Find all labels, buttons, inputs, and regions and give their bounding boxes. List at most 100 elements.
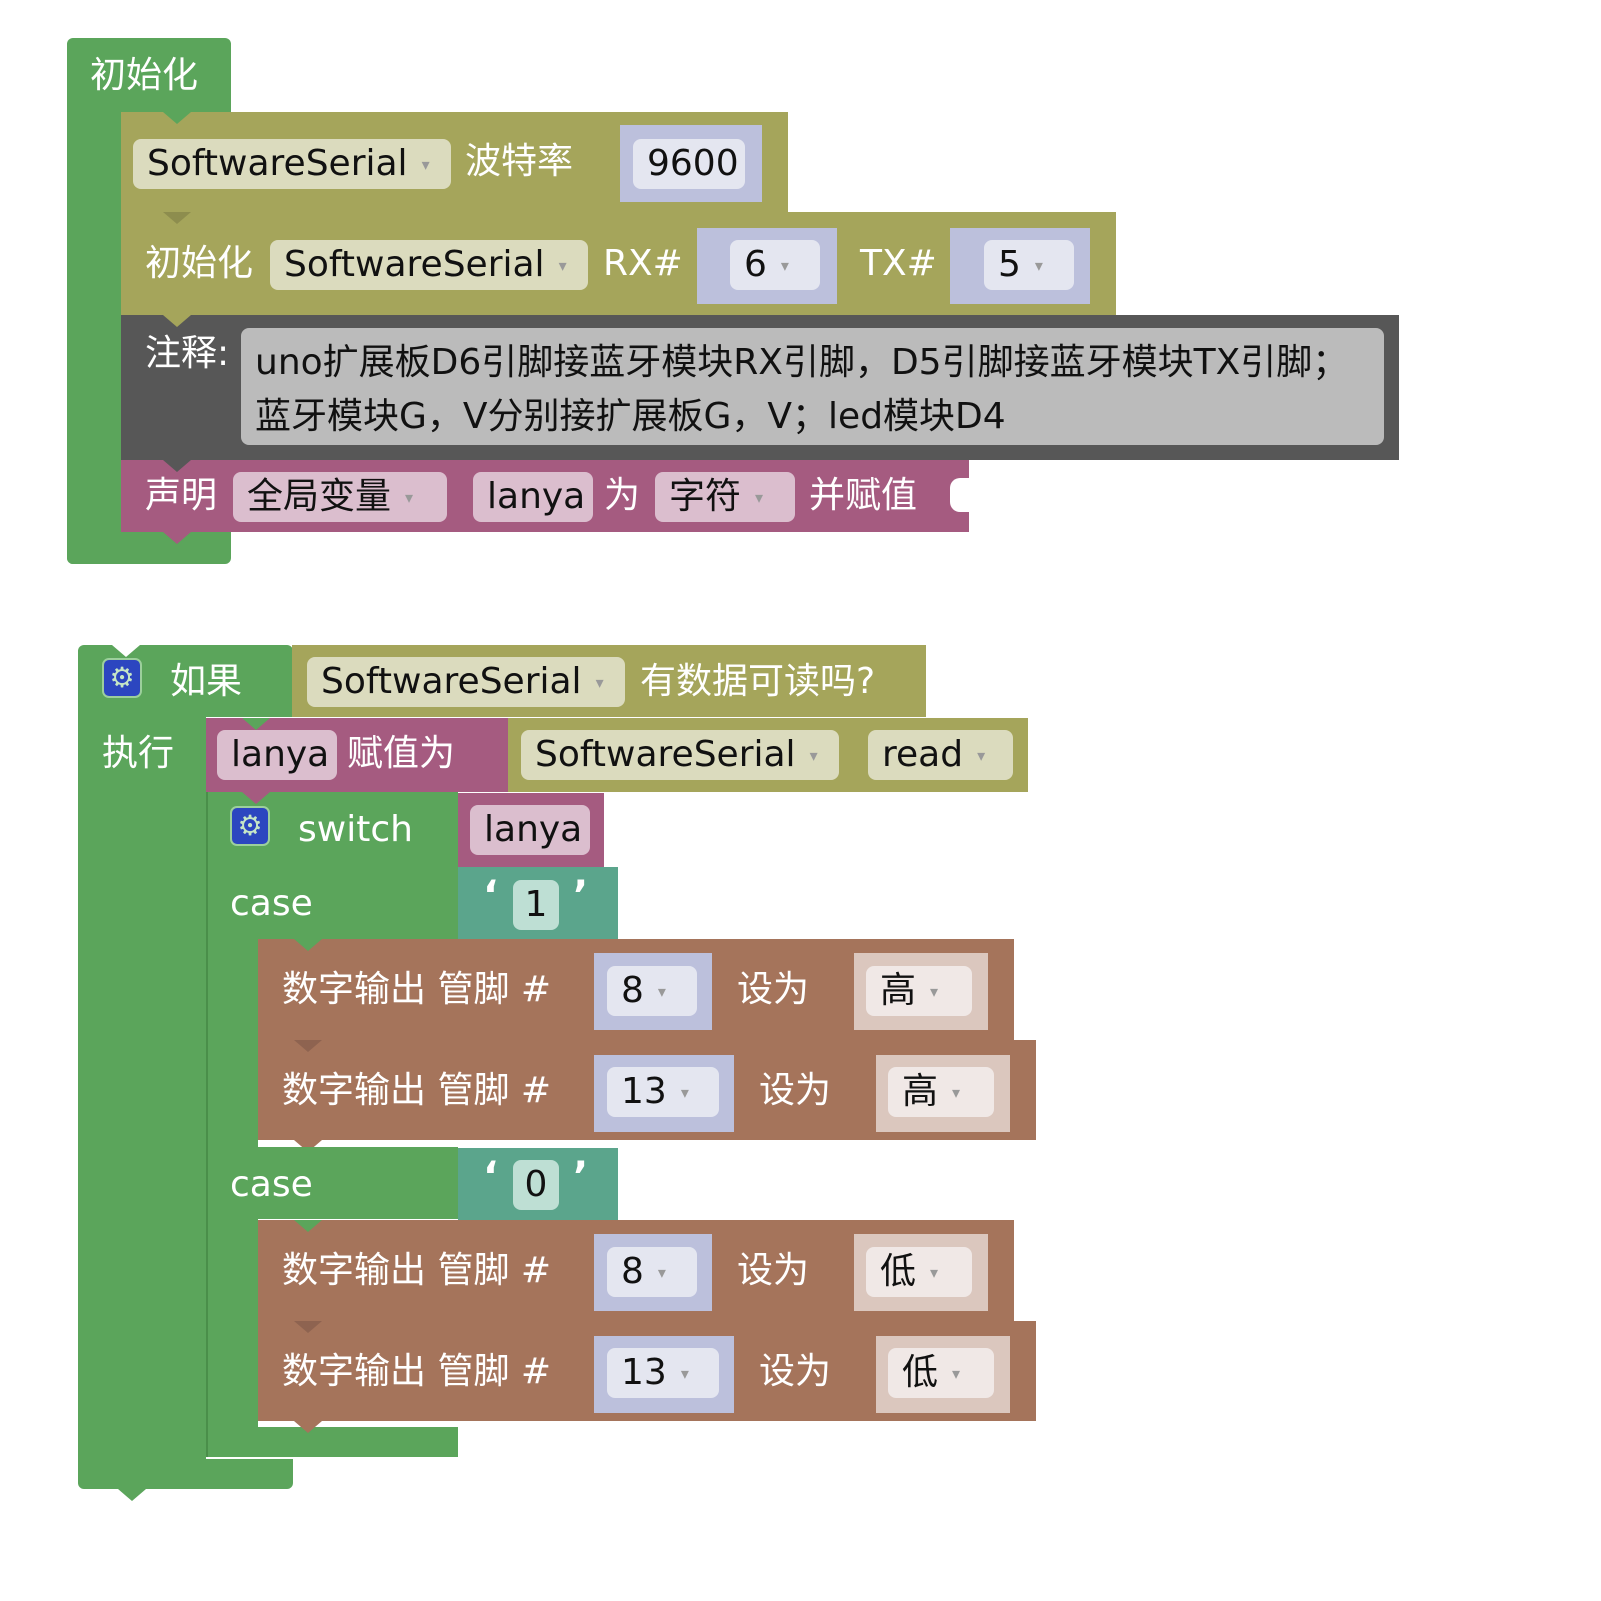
connector-tab [163, 532, 191, 544]
available-label: 有数据可读吗? [640, 661, 876, 702]
if-block-footer [78, 1459, 293, 1489]
tx-label: TX# [860, 243, 937, 284]
read-serial-value: SoftwareSerial [535, 734, 796, 775]
level-select[interactable]: 低 ▾ [866, 1247, 972, 1297]
dropdown-arrow-icon: ▾ [780, 256, 789, 275]
condition-serial-value: SoftwareSerial [321, 661, 582, 702]
close-quote-icon: ’ [573, 1154, 589, 1200]
dropdown-arrow-icon: ▾ [1034, 256, 1043, 275]
connector-notch [294, 1220, 322, 1232]
level-value: 低 [880, 1251, 917, 1292]
pin-value: 13 [621, 1071, 667, 1112]
declare-label: 声明 [145, 475, 218, 516]
if-label: 如果 [170, 661, 243, 702]
setup-title: 初始化 [90, 55, 199, 96]
dropdown-arrow-icon: ▾ [558, 256, 567, 275]
case-value-input[interactable]: 1 [513, 880, 559, 930]
gear-icon[interactable]: ⚙ [102, 658, 142, 698]
assign-label: 并赋值 [809, 475, 918, 516]
dropdown-arrow-icon: ▾ [952, 1083, 961, 1102]
case-value-input[interactable]: 0 [513, 1160, 559, 1210]
close-quote-icon: ’ [573, 873, 589, 919]
level-select[interactable]: 高 ▾ [888, 1067, 994, 1117]
digital-write-label: 数字输出 管脚 # [282, 1351, 552, 1392]
set-to-label: 设为 [737, 969, 810, 1010]
dropdown-arrow-icon: ▾ [977, 746, 986, 765]
connector-notch [294, 939, 322, 951]
level-value: 低 [902, 1352, 939, 1393]
pin-select[interactable]: 13 ▾ [607, 1067, 719, 1117]
scope-select[interactable]: 全局变量 ▾ [233, 472, 447, 522]
dropdown-arrow-icon: ▾ [680, 1364, 689, 1383]
connector-notch [242, 718, 270, 730]
pin-value: 8 [621, 1251, 644, 1292]
dropdown-arrow-icon: ▾ [657, 1263, 666, 1282]
connector-tab [294, 1421, 322, 1433]
connector-notch [294, 1040, 322, 1052]
tx-pin-select[interactable]: 5 ▾ [984, 240, 1074, 290]
read-method-value: read [882, 734, 964, 775]
rx-pin-value: 6 [744, 244, 767, 285]
scope-value: 全局变量 [247, 476, 392, 517]
read-method-select[interactable]: read ▾ [868, 730, 1013, 780]
digital-write-label: 数字输出 管脚 # [282, 969, 552, 1010]
tx-pin-value: 5 [998, 244, 1021, 285]
gear-icon[interactable]: ⚙ [230, 806, 270, 846]
serial-select-value: SoftwareSerial [147, 143, 408, 184]
assign-variable-input[interactable]: lanya [217, 730, 337, 780]
as-label: 为 [604, 475, 641, 516]
pin-value: 13 [621, 1352, 667, 1393]
rx-label: RX# [603, 243, 683, 284]
comment-line-1: uno扩展板D6引脚接蓝牙模块RX引脚，D5引脚接蓝牙模块TX引脚； [255, 342, 1349, 383]
dropdown-arrow-icon: ▾ [809, 746, 818, 765]
digital-write-label: 数字输出 管脚 # [282, 1250, 552, 1291]
case-label: case [230, 883, 313, 924]
open-quote-icon: ‘ [483, 873, 499, 919]
comment-text-field[interactable]: uno扩展板D6引脚接蓝牙模块RX引脚，D5引脚接蓝牙模块TX引脚； 蓝牙模块G… [241, 328, 1384, 445]
dropdown-arrow-icon: ▾ [952, 1364, 961, 1383]
baud-input[interactable]: 9600 [633, 139, 745, 189]
level-select[interactable]: 高 ▾ [866, 966, 972, 1016]
set-to-label: 设为 [759, 1070, 832, 1111]
dropdown-arrow-icon: ▾ [595, 673, 604, 692]
level-value: 高 [902, 1071, 939, 1112]
set-to-label: 设为 [737, 1250, 810, 1291]
type-value: 字符 [669, 476, 742, 517]
open-quote-icon: ‘ [483, 1154, 499, 1200]
pin-value: 8 [621, 970, 644, 1011]
dropdown-arrow-icon: ▾ [755, 488, 764, 507]
level-value: 高 [880, 970, 917, 1011]
serial-select[interactable]: SoftwareSerial ▾ [133, 139, 451, 189]
assign-to-label: 赋值为 [347, 733, 456, 774]
pin-select[interactable]: 13 ▾ [607, 1348, 719, 1398]
comment-label: 注释: [145, 333, 230, 374]
set-to-label: 设为 [759, 1351, 832, 1392]
serial-init-select[interactable]: SoftwareSerial ▾ [270, 240, 588, 290]
dropdown-arrow-icon: ▾ [680, 1083, 689, 1102]
dropdown-arrow-icon: ▾ [930, 1263, 939, 1282]
connector-notch [112, 645, 140, 657]
connector-notch [163, 315, 191, 327]
setup-block-footer [67, 532, 231, 564]
pin-select[interactable]: 8 ▾ [607, 1247, 697, 1297]
comment-line-2: 蓝牙模块G，V分别接扩展板G，V；led模块D4 [255, 396, 1006, 437]
do-label: 执行 [102, 733, 175, 774]
connector-notch [294, 1321, 322, 1333]
connector-notch [242, 792, 270, 804]
pin-select[interactable]: 8 ▾ [607, 966, 697, 1016]
connector-tab [118, 1489, 146, 1501]
rx-pin-select[interactable]: 6 ▾ [730, 240, 820, 290]
level-select[interactable]: 低 ▾ [888, 1348, 994, 1398]
connector-notch [163, 460, 191, 472]
switch-label: switch [298, 809, 413, 850]
connector-notch [163, 112, 191, 124]
condition-serial-select[interactable]: SoftwareSerial ▾ [307, 657, 625, 707]
dropdown-arrow-icon: ▾ [421, 155, 430, 174]
switch-variable-input[interactable]: lanya [470, 805, 590, 855]
dropdown-arrow-icon: ▾ [930, 982, 939, 1001]
variable-name-input[interactable]: lanya [473, 472, 593, 522]
read-serial-select[interactable]: SoftwareSerial ▾ [521, 730, 839, 780]
dropdown-arrow-icon: ▾ [657, 982, 666, 1001]
type-select[interactable]: 字符 ▾ [655, 472, 795, 522]
empty-value-socket[interactable] [950, 478, 969, 512]
